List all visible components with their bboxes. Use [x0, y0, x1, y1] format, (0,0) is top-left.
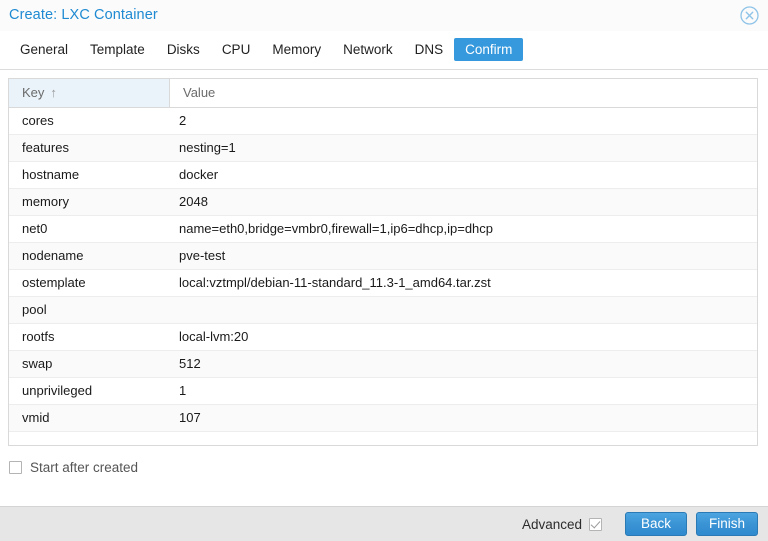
cell-key: rootfs	[22, 329, 55, 344]
cell-value: local:vztmpl/debian-11-standard_11.3-1_a…	[179, 275, 491, 290]
column-header-key-label: Key	[22, 85, 45, 100]
start-after-created-row: Start after created	[9, 458, 138, 476]
table-row[interactable]: memory 2048	[9, 189, 757, 216]
dialog-body: Key ↑ Value cores 2 features nesting=1 hostna…	[0, 70, 768, 506]
finish-button[interactable]: Finish	[696, 512, 758, 536]
cell-value: 1	[179, 383, 187, 398]
close-icon[interactable]	[740, 6, 759, 25]
dialog-title: Create: LXC Container	[9, 7, 158, 23]
tab-confirm[interactable]: Confirm	[454, 38, 524, 61]
cell-value: docker	[179, 167, 219, 182]
cell-value: 107	[179, 410, 201, 425]
cell-key: features	[22, 140, 69, 155]
start-after-created-checkbox[interactable]	[9, 460, 22, 474]
tab-template[interactable]: Template	[79, 38, 156, 61]
cell-key: hostname	[22, 167, 80, 182]
dialog-titlebar: Create: LXC Container	[0, 0, 768, 31]
back-button[interactable]: Back	[625, 512, 687, 536]
table-row[interactable]: cores 2	[9, 108, 757, 135]
cell-value	[170, 297, 757, 323]
cell-value: 512	[179, 356, 201, 371]
column-header-value[interactable]: Value	[170, 79, 757, 107]
table-row[interactable]: net0 name=eth0,bridge=vmbr0,firewall=1,ip…	[9, 216, 757, 243]
cell-key: cores	[22, 113, 54, 128]
column-header-value-label: Value	[183, 85, 216, 100]
summary-grid-body: cores 2 features nesting=1 hostname docker mem…	[9, 108, 757, 445]
table-row-filler	[9, 432, 757, 445]
cell-value: name=eth0,bridge=vmbr0,firewall=1,ip6=dh…	[179, 221, 494, 236]
cell-key: ostemplate	[22, 275, 86, 290]
cell-key: pool	[22, 302, 47, 317]
tab-dns[interactable]: DNS	[404, 38, 455, 61]
tab-memory[interactable]: Memory	[261, 38, 332, 61]
dialog-footer: Advanced Back Finish	[0, 506, 768, 541]
table-row[interactable]: nodename pve-test	[9, 243, 757, 270]
tab-general[interactable]: General	[9, 38, 79, 61]
tab-network[interactable]: Network	[332, 38, 404, 61]
cell-key: nodename	[22, 248, 84, 263]
table-row[interactable]: ostemplate local:vztmpl/debian-11-standar…	[9, 270, 757, 297]
table-row[interactable]: rootfs local-lvm:20	[9, 324, 757, 351]
summary-grid-header: Key ↑ Value	[9, 79, 757, 108]
advanced-checkbox[interactable]	[589, 517, 602, 531]
cell-key: vmid	[22, 410, 50, 425]
cell-key: swap	[22, 356, 53, 371]
cell-key: net0	[22, 221, 48, 236]
cell-key: memory	[22, 194, 69, 209]
table-row[interactable]: pool	[9, 297, 757, 324]
create-lxc-container-dialog: Create: LXC Container General Template Dis…	[0, 0, 768, 541]
table-row[interactable]: swap 512	[9, 351, 757, 378]
cell-value: pve-test	[179, 248, 226, 263]
table-row[interactable]: hostname docker	[9, 162, 757, 189]
tab-disks[interactable]: Disks	[156, 38, 211, 61]
tab-cpu[interactable]: CPU	[211, 38, 262, 61]
cell-value: 2048	[179, 194, 208, 209]
cell-value: 2	[179, 113, 187, 128]
summary-grid: Key ↑ Value cores 2 features nesting=1 hostna…	[8, 78, 758, 446]
cell-key: unprivileged	[22, 383, 93, 398]
table-row[interactable]: unprivileged 1	[9, 378, 757, 405]
advanced-label: Advanced	[521, 516, 582, 532]
cell-value: nesting=1	[179, 140, 236, 155]
sort-ascending-icon: ↑	[50, 85, 57, 100]
wizard-tabbar: General Template Disks CPU Memory Network DNS C…	[0, 31, 768, 70]
cell-value: local-lvm:20	[179, 329, 249, 344]
table-row[interactable]: vmid 107	[9, 405, 757, 432]
column-header-key[interactable]: Key ↑	[9, 79, 170, 107]
table-row[interactable]: features nesting=1	[9, 135, 757, 162]
start-after-created-label: Start after created	[30, 459, 139, 475]
